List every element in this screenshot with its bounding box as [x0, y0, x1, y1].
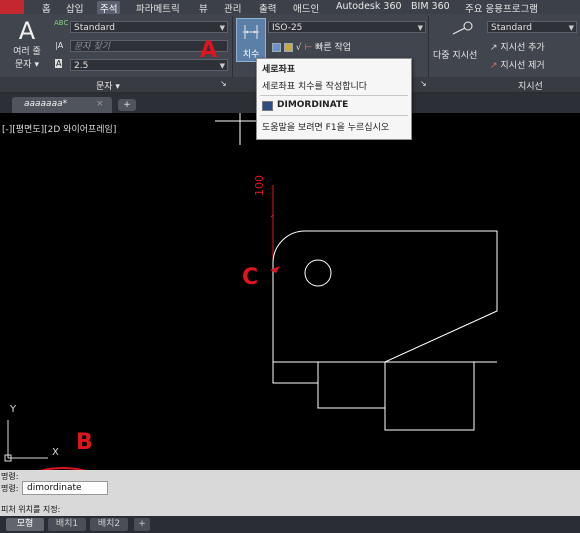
lower-block-mid — [317, 361, 386, 409]
app-logo[interactable] — [0, 0, 24, 14]
drawing-canvas[interactable] — [0, 113, 580, 470]
text-style-value: Standard — [74, 23, 115, 33]
command-history-line: 명령: — [1, 472, 19, 481]
menu-output[interactable]: 출력 — [259, 1, 276, 15]
dimension-button[interactable]: 치수 — [236, 18, 266, 62]
tab-layout1[interactable]: 배치1 — [48, 518, 86, 531]
dim-break-icon[interactable]: √ — [296, 43, 302, 53]
command-icon — [262, 101, 273, 111]
menu-manage[interactable]: 관리 — [224, 1, 241, 15]
document-tab[interactable]: aaaaaaa* × — [12, 97, 112, 113]
tooltip-description: 세로좌표 치수를 작성합니다 — [262, 82, 368, 92]
multiline-text-button[interactable]: A 여러 줄 문자 ▾ — [6, 18, 48, 76]
text-panel-label[interactable]: 문자 ▾ — [96, 79, 120, 92]
add-layout-button[interactable]: + — [134, 518, 150, 531]
dim-panel-launcher-icon[interactable]: ↘ — [420, 79, 427, 88]
tooltip-title: 세로좌표 — [262, 65, 296, 75]
dim-continue-icon[interactable] — [272, 43, 281, 52]
dim-tools-row: √ ⊢ 빠른 작업 — [272, 40, 351, 53]
abc-icon: ABC — [54, 19, 69, 27]
command-history-prefix: 명령: — [1, 484, 19, 493]
tooltip-separator — [260, 95, 408, 96]
annotation-label-a: A — [200, 38, 218, 63]
lower-block-left — [272, 361, 319, 384]
layout-tab-bar — [0, 516, 580, 533]
dim-baseline-icon[interactable] — [283, 43, 293, 52]
ucs-x-label: X — [52, 447, 59, 458]
add-leader-button[interactable]: ↗ 지시선 추가 — [490, 40, 545, 53]
ucs-y-label: Y — [10, 404, 17, 415]
multileader-label[interactable]: 다중 지시선 — [433, 48, 477, 61]
leader-panel-label[interactable]: 지시선 — [518, 79, 543, 92]
menu-view[interactable]: 뷰 — [199, 1, 208, 15]
text-find-icon: |A — [55, 41, 64, 50]
remove-leader-icon: ↗ — [490, 61, 498, 71]
menu-bar: 홈 삽입 주석 파라메트릭 뷰 관리 출력 애드인 Autodesk 360 B… — [0, 0, 580, 15]
dimension-icon — [243, 25, 259, 39]
multileader-icon — [452, 21, 473, 35]
find-text-placeholder: 문자 찾기 — [74, 42, 110, 52]
menu-home[interactable]: 홈 — [42, 1, 51, 15]
menu-bim360[interactable]: BIM 360 — [411, 1, 450, 12]
remove-leader-label: 지시선 제거 — [500, 61, 545, 71]
menu-featured-apps[interactable]: 주요 응용프로그램 — [465, 1, 538, 15]
text-a-icon: A — [18, 17, 36, 45]
annotation-label-c: C — [242, 265, 259, 290]
plus-icon: + — [123, 100, 131, 110]
leader-style-value: Standard — [491, 23, 532, 33]
quick-dim-icon[interactable]: ⊢ — [304, 43, 312, 53]
quick-dim-label[interactable]: 빠른 작업 — [315, 43, 351, 53]
multiline-label-2: 문자 ▾ — [15, 60, 39, 70]
command-prompt: 피처 위치를 지정: — [1, 505, 61, 514]
tooltip-separator-2 — [260, 115, 408, 116]
tooltip-command: DIMORDINATE — [277, 100, 349, 110]
remove-leader-button[interactable]: ↗ 지시선 제거 — [490, 58, 545, 71]
command-input[interactable]: dimordinate — [22, 481, 108, 495]
lower-block-right — [384, 361, 475, 431]
document-tab-label: aaaaaaa* — [24, 99, 68, 109]
text-panel-label-text: 문자 — [96, 82, 113, 92]
text-style-select[interactable]: Standard ▼ — [70, 21, 228, 33]
tooltip-help: 도움말을 보려면 F1을 누르십시오 — [262, 123, 390, 133]
leader-style-select[interactable]: Standard ▼ — [487, 21, 577, 33]
text-height-value: 2.5 — [74, 61, 89, 71]
text-height-icon: A — [55, 59, 63, 68]
menu-parametric[interactable]: 파라메트릭 — [136, 1, 180, 15]
text-panel-launcher-icon[interactable]: ↘ — [220, 79, 227, 88]
part-hole — [304, 259, 332, 287]
tab-model[interactable]: 모형 — [6, 518, 44, 531]
dimension-style-select[interactable]: ISO-25 ▼ — [268, 21, 426, 33]
viewport-label[interactable]: [-][평면도][2D 와이어프레임] — [2, 122, 116, 135]
tab-layout2[interactable]: 배치2 — [90, 518, 128, 531]
menu-addins[interactable]: 애드인 — [293, 1, 319, 15]
ordinate-dim-text: 100 — [253, 175, 266, 196]
menu-insert[interactable]: 삽입 — [66, 1, 83, 15]
menu-annotate[interactable]: 주석 — [97, 1, 121, 15]
add-leader-icon: ↗ — [490, 43, 498, 53]
add-leader-label: 지시선 추가 — [500, 43, 545, 53]
annotation-marker-c — [270, 266, 280, 273]
multiline-label-1: 여러 줄 — [13, 47, 41, 57]
tooltip: 세로좌표 세로좌표 치수를 작성합니다 DIMORDINATE 도움말을 보려면… — [256, 58, 412, 140]
menu-autodesk360[interactable]: Autodesk 360 — [336, 1, 402, 12]
new-tab-button[interactable]: + — [118, 99, 136, 111]
annotation-label-b: B — [76, 430, 93, 455]
multiline-label-2-text: 문자 — [15, 60, 32, 70]
dimension-style-value: ISO-25 — [272, 23, 303, 33]
close-icon[interactable]: × — [96, 99, 104, 109]
part-outline — [272, 230, 498, 363]
